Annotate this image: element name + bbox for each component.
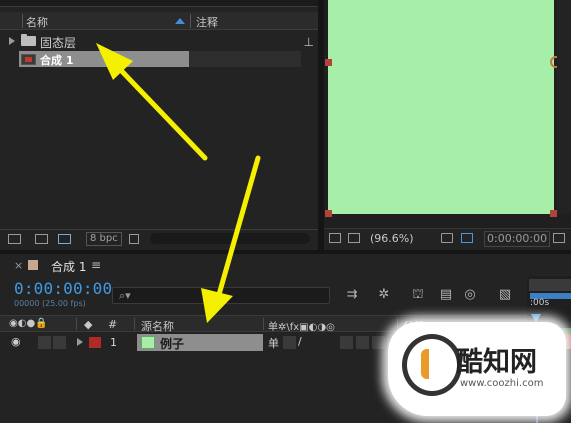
column-separator (263, 318, 264, 330)
new-composition-icon[interactable] (58, 234, 71, 244)
bit-depth-button[interactable]: 8 bpc (86, 232, 122, 246)
watermark: 酷知网 www.coozhi.com (388, 322, 566, 416)
frame-rate-label: 00000 (25.00 fps) (14, 299, 86, 308)
folder-icon (21, 34, 36, 46)
column-separator (134, 318, 135, 330)
composition-viewer (324, 0, 571, 228)
av-switches-icons: ◉◐●🔒 (9, 318, 48, 329)
visibility-eye-icon[interactable]: ◉ (11, 335, 21, 348)
flowchart-icon[interactable]: ⊥ (304, 35, 314, 49)
expand-triangle-icon[interactable] (9, 37, 15, 45)
folder-label: 固态层 (40, 36, 77, 50)
source-name-column[interactable]: 源名称 (141, 318, 174, 334)
region-of-interest-icon[interactable] (329, 233, 341, 243)
project-item-composition[interactable]: 合成 1 (19, 51, 301, 67)
column-name-label[interactable]: 名称 (26, 14, 48, 30)
project-panel: 名称 注释 固态层 ⊥ 合成 1 8 bpc (0, 0, 318, 250)
monitor-icon[interactable] (348, 233, 360, 243)
trash-icon[interactable] (129, 234, 139, 244)
ruler-start-label: :00s (530, 298, 550, 308)
bounding-handle[interactable] (550, 210, 557, 217)
shy-switch-icon[interactable]: 单 (268, 335, 279, 351)
comp-flowchart-icon[interactable]: ⇉ (344, 287, 360, 302)
collapse-switch[interactable] (283, 336, 296, 349)
layer-number-column: # (108, 318, 118, 331)
sort-ascending-icon[interactable] (175, 18, 185, 24)
panel-menu-icon[interactable]: ≡ (91, 258, 101, 272)
composition-label: 合成 1 (40, 54, 74, 67)
draft-3d-icon[interactable]: ✲ (376, 287, 392, 302)
layer-search-input[interactable]: ⌕▾ (112, 287, 330, 304)
watermark-logo-icon (402, 334, 462, 396)
camera-snapshot-icon[interactable] (553, 233, 565, 243)
playhead-icon[interactable] (531, 314, 541, 322)
composition-canvas[interactable] (325, 0, 562, 217)
audio-switch[interactable] (38, 336, 51, 349)
watermark-url: www.coozhi.com (460, 378, 544, 389)
viewer-scrollbar[interactable] (557, 0, 571, 214)
layer-label-color[interactable] (89, 337, 101, 348)
interpret-footage-icon[interactable] (8, 234, 21, 244)
grid-overlay-icon[interactable] (441, 233, 453, 243)
quality-switch-icon[interactable]: / (298, 335, 302, 348)
label-tag-icon: ◆ (84, 318, 93, 331)
solid-layer-icon (141, 336, 155, 349)
project-item-folder[interactable]: 固态层 ⊥ (0, 33, 318, 50)
column-separator (190, 14, 191, 28)
layer-name[interactable]: 例子 (160, 335, 184, 352)
zoom-dropdown[interactable]: (96.6%) (370, 232, 414, 245)
search-icon: ⌕▾ (119, 289, 131, 302)
horizontal-scrollbar[interactable] (150, 233, 310, 244)
viewer-timecode[interactable]: 0:00:00:00 (484, 231, 550, 247)
tab-title[interactable]: 合成 1 (51, 258, 86, 275)
solo-switch[interactable] (53, 336, 66, 349)
transparency-grid-icon[interactable] (461, 233, 473, 243)
timeline-tab[interactable]: × 合成 1 ≡ (0, 254, 571, 276)
bounding-handle[interactable] (325, 59, 332, 66)
motion-blur-switch[interactable] (356, 336, 369, 349)
layer-number: 1 (110, 336, 117, 349)
current-time-display[interactable]: 0:00:00:00 (14, 279, 112, 298)
switches-column-icons: 单✲\fx▣◐◑◎ (268, 322, 335, 333)
expand-layer-icon[interactable] (77, 338, 83, 346)
work-area-track[interactable] (529, 279, 571, 291)
shy-layers-icon[interactable]: ⛫ (410, 287, 426, 302)
project-column-header: 名称 注释 (0, 12, 318, 30)
motion-blur-icon[interactable]: ◎ (462, 287, 478, 302)
composition-icon (21, 54, 36, 65)
graph-editor-icon[interactable]: ▧ (497, 287, 513, 302)
close-tab-icon[interactable]: × (14, 259, 23, 272)
bounding-handle[interactable] (325, 210, 332, 217)
project-footer: 8 bpc (0, 229, 318, 247)
watermark-title: 酷知网 (456, 347, 537, 378)
column-separator (76, 318, 77, 330)
column-separator (22, 14, 23, 28)
new-folder-icon[interactable] (35, 234, 48, 244)
layer-name-highlight (137, 334, 263, 351)
viewer-toolbar: (96.6%) 0:00:00:00 (324, 228, 571, 248)
effects-switch[interactable] (340, 336, 353, 349)
composition-color-swatch (28, 260, 38, 270)
project-search-strip[interactable] (0, 0, 318, 7)
3d-switch[interactable] (372, 336, 385, 349)
column-comment-label[interactable]: 注释 (196, 14, 218, 30)
frame-blending-icon[interactable]: ▤ (438, 287, 454, 302)
